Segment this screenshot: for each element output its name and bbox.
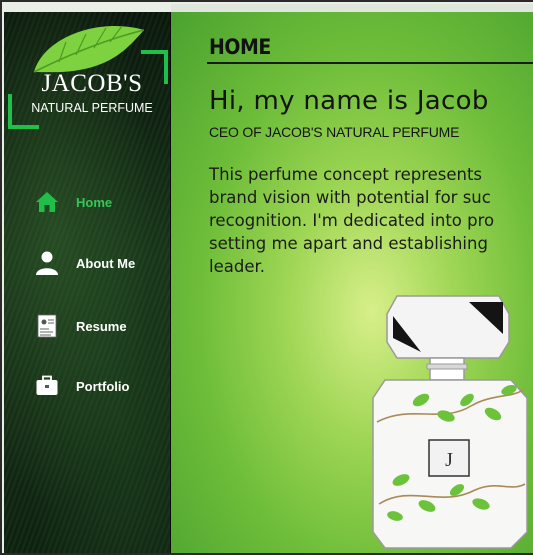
bio-line: This perfume concept represents <box>209 165 483 184</box>
sidebar-item-home[interactable]: Home <box>30 185 170 219</box>
sidebar-item-portfolio[interactable]: Portfolio <box>30 369 170 403</box>
bio-paragraph: This perfume concept represents brand vi… <box>209 163 533 278</box>
brand-tagline: NATURAL PERFUME <box>31 101 153 115</box>
sidebar-item-resume[interactable]: Resume <box>30 309 170 343</box>
brand-logo[interactable]: JACOB'S NATURAL PERFUME <box>4 12 170 152</box>
sidebar: JACOB'S NATURAL PERFUME Home About Me Re… <box>4 12 173 553</box>
user-icon <box>30 248 64 278</box>
sidebar-item-label: Home <box>76 194 113 210</box>
briefcase-icon <box>30 371 64 401</box>
sidebar-item-about-me[interactable]: About Me <box>30 246 170 280</box>
sidebar-item-label: Resume <box>76 318 127 334</box>
greeting-heading: Hi, my name is Jacob <box>209 86 489 116</box>
bio-line: setting me apart and establishing <box>209 234 488 253</box>
main-content: HOME Hi, my name is Jacob CEO OF JACOB'S… <box>171 12 533 553</box>
sidebar-item-label: About Me <box>76 255 136 271</box>
resume-icon <box>30 311 64 341</box>
brand-name: JACOB'S <box>41 70 143 97</box>
app-frame: JACOB'S NATURAL PERFUME Home About Me Re… <box>0 0 533 555</box>
bio-line: brand vision with potential for suc <box>209 188 491 207</box>
bio-line: leader. <box>209 257 265 276</box>
perfume-bottle-illustration: J <box>372 295 528 549</box>
bottle-monogram: J <box>445 449 453 471</box>
home-icon <box>30 187 64 217</box>
top-strip <box>171 4 533 12</box>
page-title: HOME <box>209 35 271 59</box>
title-divider <box>207 62 533 64</box>
job-title: CEO OF JACOB'S NATURAL PERFUME <box>209 124 460 140</box>
bio-line: recognition. I'm dedicated into pro <box>209 211 495 230</box>
sidebar-item-label: Portfolio <box>76 378 130 394</box>
